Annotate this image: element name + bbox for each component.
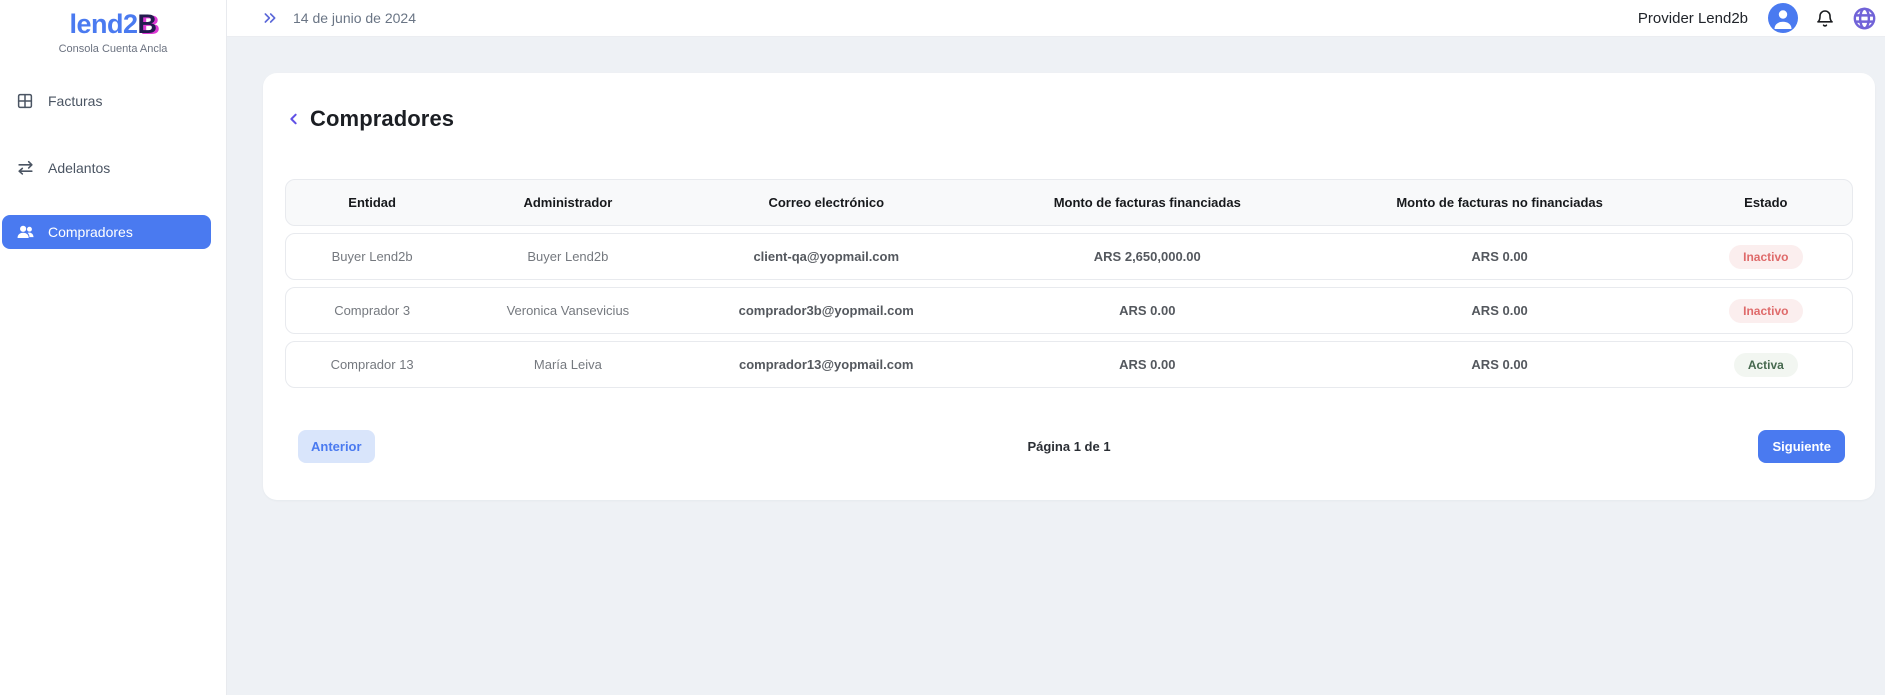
- sidebar: lend2B Consola Cuenta Ancla Facturas Ade…: [0, 0, 227, 695]
- next-page-button[interactable]: Siguiente: [1758, 430, 1845, 463]
- table-row[interactable]: Buyer Lend2b Buyer Lend2b client-qa@yopm…: [285, 233, 1853, 280]
- page-title-row: Compradores: [286, 106, 1853, 132]
- provider-label: Provider Lend2b: [1637, 9, 1748, 27]
- cell-monto-financiadas: ARS 2,650,000.00: [1093, 249, 1201, 264]
- table-header-row: Entidad Administrador Correo electrónico…: [285, 179, 1853, 226]
- brand-logo: lend2B Consola Cuenta Ancla: [0, 0, 226, 55]
- topbar-actions: Provider Lend2b: [1638, 3, 1877, 33]
- column-header-monto-financiadas: Monto de facturas financiadas: [1053, 195, 1241, 210]
- sidebar-item-label: Compradores: [48, 223, 133, 240]
- sidebar-item-label: Adelantos: [48, 159, 111, 176]
- previous-page-button[interactable]: Anterior: [298, 430, 375, 463]
- chevrons-right-icon[interactable]: [261, 10, 279, 26]
- logo-primary: lend2: [69, 9, 138, 39]
- status-badge: Activa: [1733, 352, 1798, 377]
- cell-monto-no-financiadas: ARS 0.00: [1471, 357, 1528, 372]
- sidebar-item-compradores[interactable]: Compradores: [2, 214, 211, 249]
- sidebar-item-label: Facturas: [48, 92, 103, 109]
- table-row[interactable]: Comprador 3 Veronica Vansevicius comprad…: [285, 287, 1853, 334]
- pagination: Anterior Página 1 de 1 Siguiente: [285, 430, 1853, 463]
- users-icon: [15, 222, 35, 242]
- cell-entidad: Comprador 13: [330, 357, 414, 372]
- sidebar-item-adelantos[interactable]: Adelantos: [2, 148, 211, 188]
- table-icon: [15, 91, 35, 111]
- cell-entidad: Buyer Lend2b: [331, 249, 413, 264]
- globe-icon[interactable]: [1852, 6, 1877, 31]
- chevron-left-icon[interactable]: [286, 110, 302, 128]
- column-header-estado: Estado: [1744, 195, 1788, 210]
- logo-accent: B: [137, 9, 158, 39]
- cell-entidad: Comprador 3: [334, 303, 411, 318]
- sidebar-item-facturas[interactable]: Facturas: [2, 81, 211, 121]
- column-header-entidad: Entidad: [348, 195, 396, 210]
- current-date: 14 de junio de 2024: [293, 10, 416, 26]
- logo-text: lend2B: [0, 9, 226, 40]
- buyers-table: Entidad Administrador Correo electrónico…: [285, 179, 1853, 388]
- cell-correo: comprador13@yopmail.com: [738, 357, 914, 372]
- transfer-arrows-icon: [15, 158, 35, 178]
- compradores-card: Compradores Entidad Administrador Correo…: [263, 73, 1875, 500]
- column-header-administrador: Administrador: [523, 195, 613, 210]
- bell-icon[interactable]: [1815, 8, 1835, 29]
- column-header-monto-no-financiadas: Monto de facturas no financiadas: [1396, 195, 1603, 210]
- cell-correo: client-qa@yopmail.com: [753, 249, 900, 264]
- cell-estado: Activa: [1680, 352, 1852, 377]
- cell-estado: Inactivo: [1680, 244, 1852, 269]
- status-badge: Inactivo: [1729, 298, 1803, 323]
- cell-administrador: Buyer Lend2b: [527, 249, 609, 264]
- sidebar-nav: Facturas Adelantos Compradores: [0, 81, 226, 249]
- cell-monto-no-financiadas: ARS 0.00: [1471, 249, 1528, 264]
- cell-correo: comprador3b@yopmail.com: [738, 303, 914, 318]
- main-content: Compradores Entidad Administrador Correo…: [227, 37, 1885, 695]
- cell-administrador: María Leiva: [533, 357, 602, 372]
- topbar: 14 de junio de 2024 Provider Lend2b: [227, 0, 1885, 37]
- cell-monto-financiadas: ARS 0.00: [1119, 303, 1176, 318]
- status-badge: Inactivo: [1729, 244, 1803, 269]
- table-row[interactable]: Comprador 13 María Leiva comprador13@yop…: [285, 341, 1853, 388]
- page-indicator: Página 1 de 1: [1027, 439, 1111, 454]
- cell-monto-no-financiadas: ARS 0.00: [1471, 303, 1528, 318]
- page-title: Compradores: [310, 106, 455, 131]
- column-header-correo: Correo electrónico: [768, 195, 885, 210]
- brand-subtitle: Consola Cuenta Ancla: [58, 42, 168, 55]
- cell-monto-financiadas: ARS 0.00: [1119, 357, 1176, 372]
- cell-administrador: Veronica Vansevicius: [506, 303, 630, 318]
- cell-estado: Inactivo: [1680, 298, 1852, 323]
- avatar[interactable]: [1768, 3, 1798, 33]
